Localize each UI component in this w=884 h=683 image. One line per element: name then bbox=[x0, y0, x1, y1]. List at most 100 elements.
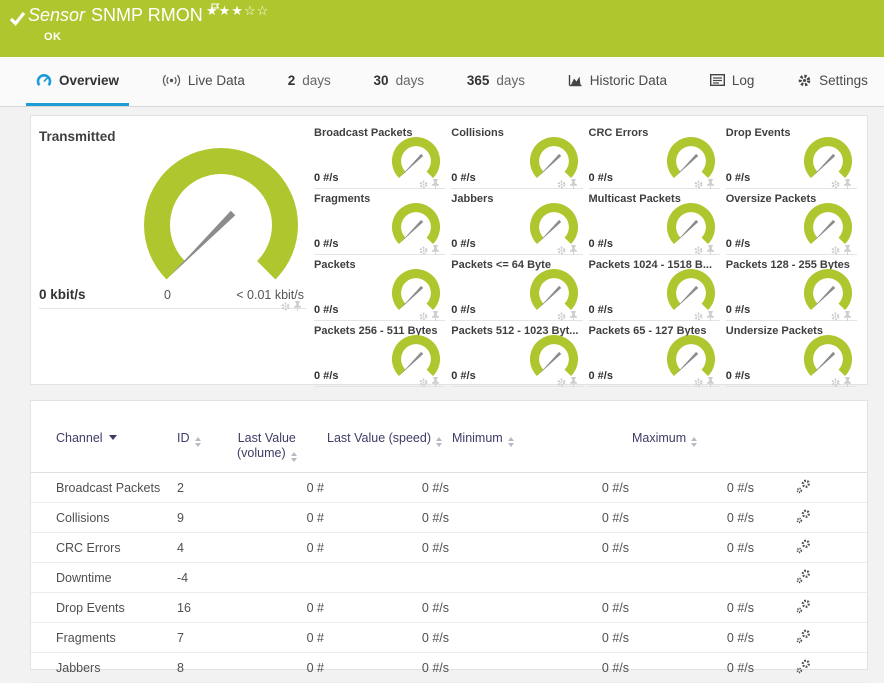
cell-min: 0 #/s bbox=[451, 652, 631, 683]
cell-max: 0 #/s bbox=[631, 502, 756, 533]
gear-icon[interactable] bbox=[831, 312, 840, 321]
gear-icon[interactable] bbox=[281, 302, 290, 311]
gear-icon[interactable] bbox=[557, 246, 566, 255]
cell-speed: 0 #/s bbox=[326, 502, 451, 533]
gauge-grid: Broadcast Packets 0 #/s Collisions 0 #/s… bbox=[314, 123, 857, 387]
gear-icon[interactable] bbox=[694, 180, 703, 189]
tab-settings[interactable]: Settings bbox=[787, 57, 878, 106]
cell-channel[interactable]: Broadcast Packets bbox=[31, 472, 176, 503]
gear-icon[interactable] bbox=[831, 378, 840, 387]
tab-log[interactable]: Log bbox=[700, 57, 765, 106]
sort-icon bbox=[691, 437, 698, 447]
sensor-name: SNMP RMON bbox=[91, 5, 203, 25]
gear-icon[interactable] bbox=[557, 378, 566, 387]
pin-icon[interactable] bbox=[431, 179, 440, 189]
table-row[interactable]: Drop Events 16 0 # 0 #/s 0 #/s 0 #/s bbox=[31, 592, 867, 623]
pin-icon[interactable] bbox=[431, 245, 440, 255]
table-row[interactable]: Jabbers 8 0 # 0 #/s 0 #/s 0 #/s bbox=[31, 652, 867, 683]
pin-icon[interactable] bbox=[431, 377, 440, 387]
pin-icon[interactable] bbox=[843, 245, 852, 255]
channel-settings-icon[interactable] bbox=[796, 599, 811, 614]
table-row[interactable]: Fragments 7 0 # 0 #/s 0 #/s 0 #/s bbox=[31, 622, 867, 653]
tab-label: days bbox=[302, 72, 331, 88]
gear-icon[interactable] bbox=[419, 378, 428, 387]
cell-max: 0 #/s bbox=[631, 622, 756, 653]
channel-settings-icon[interactable] bbox=[796, 659, 811, 674]
channel-settings-icon[interactable] bbox=[796, 539, 811, 554]
gear-icon[interactable] bbox=[419, 312, 428, 321]
cell-id: -4 bbox=[176, 562, 236, 593]
cell-channel[interactable]: Jabbers bbox=[31, 652, 176, 683]
pin-icon[interactable] bbox=[706, 377, 715, 387]
col-header-last-value-volume[interactable]: Last Value (volume) bbox=[236, 401, 326, 473]
cell-min: 0 #/s bbox=[451, 622, 631, 653]
pin-icon[interactable] bbox=[293, 301, 302, 311]
tab-live-data[interactable]: Live Data bbox=[152, 57, 255, 106]
cell-channel[interactable]: Fragments bbox=[31, 622, 176, 653]
pin-icon[interactable] bbox=[569, 311, 578, 321]
cell-channel[interactable]: Drop Events bbox=[31, 592, 176, 623]
tab-label: days bbox=[395, 72, 425, 88]
channel-settings-icon[interactable] bbox=[796, 509, 811, 524]
cell-max: 0 #/s bbox=[631, 532, 756, 563]
pin-icon[interactable] bbox=[431, 311, 440, 321]
gauge-channel-label: Packets bbox=[314, 259, 356, 271]
tab-label: days bbox=[496, 72, 525, 88]
tab-bar: Overview Live Data 2 days 30 days 365 da… bbox=[0, 57, 884, 107]
gauge-value: 0 #/s bbox=[314, 370, 339, 382]
tab-historic-data[interactable]: Historic Data bbox=[558, 57, 677, 106]
col-header-last-value-speed[interactable]: Last Value (speed) bbox=[326, 401, 451, 473]
cell-channel[interactable]: Downtime bbox=[31, 562, 176, 593]
gear-icon[interactable] bbox=[831, 180, 840, 189]
cell-channel[interactable]: Collisions bbox=[31, 502, 176, 533]
cell-channel[interactable]: CRC Errors bbox=[31, 532, 176, 563]
channel-settings-icon[interactable] bbox=[796, 629, 811, 644]
gear-icon[interactable] bbox=[557, 312, 566, 321]
pin-icon[interactable] bbox=[843, 311, 852, 321]
col-header-id[interactable]: ID bbox=[176, 401, 236, 473]
pin-icon[interactable] bbox=[569, 377, 578, 387]
pin-icon[interactable] bbox=[706, 311, 715, 321]
gear-icon[interactable] bbox=[831, 246, 840, 255]
cell-id: 2 bbox=[176, 472, 236, 503]
gauge-cell: Fragments 0 #/s bbox=[314, 189, 446, 255]
gear-icon[interactable] bbox=[557, 180, 566, 189]
pin-icon[interactable] bbox=[569, 245, 578, 255]
tab-overview[interactable]: Overview bbox=[26, 57, 130, 106]
gauge-channel-label: Jabbers bbox=[451, 193, 494, 205]
pin-icon[interactable] bbox=[706, 179, 715, 189]
pin-icon[interactable] bbox=[843, 377, 852, 387]
pin-icon[interactable] bbox=[569, 179, 578, 189]
cell-id: 4 bbox=[176, 532, 236, 563]
table-row[interactable]: Broadcast Packets 2 0 # 0 #/s 0 #/s 0 #/… bbox=[31, 472, 867, 503]
gauge-channel-label: Fragments bbox=[314, 193, 371, 205]
sort-icon bbox=[436, 437, 442, 447]
cell-min bbox=[451, 562, 631, 593]
gear-icon[interactable] bbox=[694, 312, 703, 321]
channel-settings-icon[interactable] bbox=[796, 479, 811, 494]
pin-icon[interactable] bbox=[843, 179, 852, 189]
gear-icon[interactable] bbox=[694, 378, 703, 387]
gauge-value: 0 #/s bbox=[314, 172, 339, 184]
priority-stars[interactable]: ★★★☆☆ bbox=[206, 3, 269, 19]
sort-desc-icon bbox=[108, 435, 117, 440]
gear-icon[interactable] bbox=[419, 246, 428, 255]
tab-30-days[interactable]: 30 days bbox=[364, 57, 435, 106]
tab-label: Historic Data bbox=[589, 72, 668, 88]
col-header-channel[interactable]: Channel bbox=[31, 401, 176, 473]
col-header-maximum[interactable]: Maximum bbox=[631, 401, 756, 473]
table-row[interactable]: Downtime -4 bbox=[31, 562, 867, 593]
cell-id: 16 bbox=[176, 592, 236, 623]
channel-settings-icon[interactable] bbox=[796, 569, 811, 584]
table-row[interactable]: CRC Errors 4 0 # 0 #/s 0 #/s 0 #/s bbox=[31, 532, 867, 563]
table-row[interactable]: Collisions 9 0 # 0 #/s 0 #/s 0 #/s bbox=[31, 502, 867, 533]
tab-2-days[interactable]: 2 days bbox=[278, 57, 341, 106]
page-title: Sensor SNMP RMON bbox=[28, 3, 220, 26]
tab-365-days[interactable]: 365 days bbox=[457, 57, 535, 106]
gear-icon[interactable] bbox=[694, 246, 703, 255]
gauge-cell: Packets 65 - 127 Bytes 0 #/s bbox=[588, 321, 720, 387]
pin-icon[interactable] bbox=[706, 245, 715, 255]
gauge-value: 0 #/s bbox=[725, 370, 751, 382]
gear-icon[interactable] bbox=[419, 180, 428, 189]
col-header-minimum[interactable]: Minimum bbox=[451, 401, 631, 473]
